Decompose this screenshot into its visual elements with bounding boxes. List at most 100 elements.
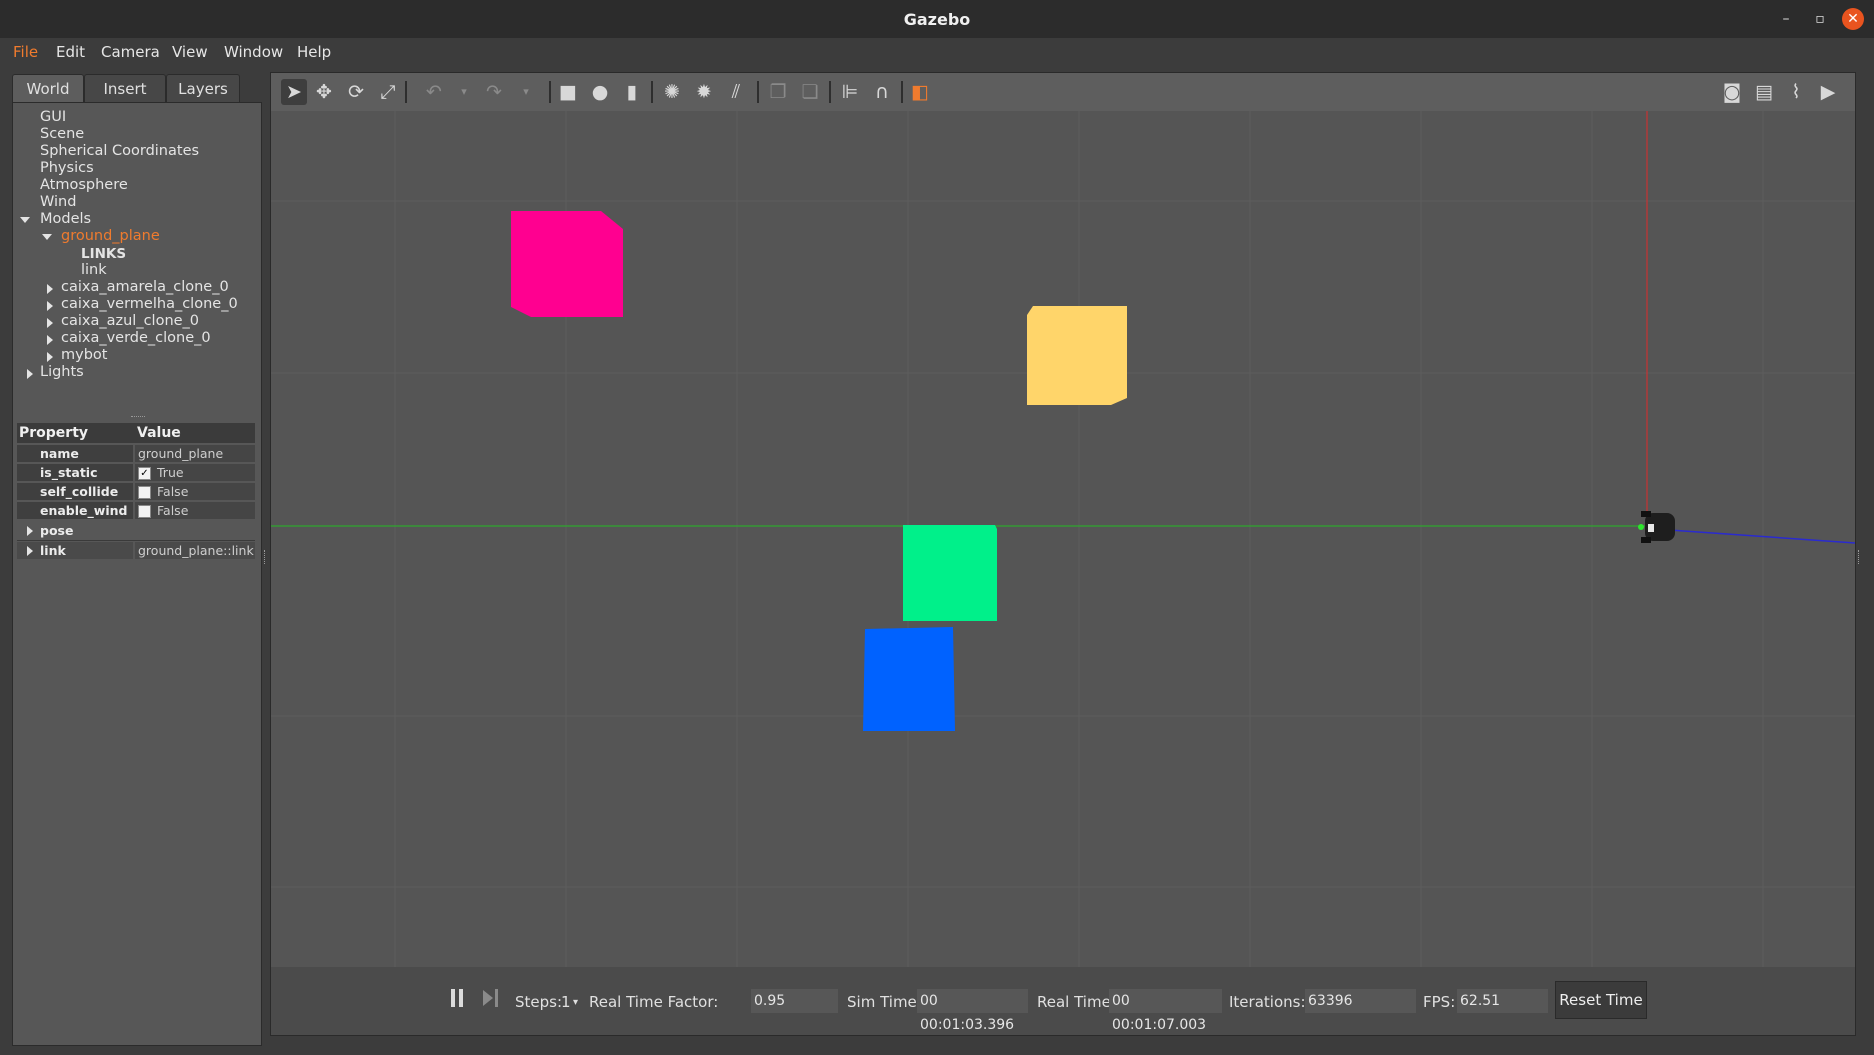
expand-caixa-azul-icon[interactable] [47, 318, 53, 328]
caixa-vermelha-box[interactable] [511, 211, 623, 317]
tree-item-caixa-azul[interactable]: caixa_azul_clone_0 [61, 313, 199, 329]
expand-caixa-vermelha-icon[interactable] [47, 301, 53, 311]
tree-item-ground-plane[interactable]: ground_plane [61, 228, 160, 244]
tree-item-spherical-coordinates[interactable]: Spherical Coordinates [40, 143, 199, 159]
scale-mode-icon[interactable]: ⤢ [375, 79, 401, 105]
tab-insert[interactable]: Insert [84, 74, 166, 103]
menu-view[interactable]: View [172, 43, 208, 61]
expand-pose-icon[interactable] [27, 526, 33, 536]
minimize-button[interactable]: – [1777, 10, 1795, 28]
tree-item-caixa-amarela[interactable]: caixa_amarela_clone_0 [61, 279, 229, 295]
plot-icon[interactable]: ⌇ [1783, 79, 1809, 105]
left-splitter-handle[interactable] [264, 550, 269, 564]
sim-time-label: Sim Time: [847, 993, 922, 1011]
pause-button[interactable] [451, 989, 465, 1007]
menu-window[interactable]: Window [224, 43, 283, 61]
menu-help[interactable]: Help [297, 43, 331, 61]
real-time-factor-label: Real Time Factor: [589, 993, 719, 1011]
expand-mybot-icon[interactable] [47, 352, 53, 362]
copy-icon[interactable]: ❐ [765, 79, 791, 105]
toolbar-separator [405, 81, 407, 103]
tree-item-scene[interactable]: Scene [40, 126, 84, 142]
value-column-header: Value [137, 425, 181, 441]
property-row-pose[interactable]: pose [17, 522, 255, 539]
tree-item-physics[interactable]: Physics [40, 160, 94, 176]
property-value[interactable]: ground_plane [138, 446, 223, 461]
expand-lights-icon[interactable] [27, 369, 33, 379]
tree-item-gui[interactable]: GUI [40, 109, 66, 125]
expand-models-icon[interactable] [20, 217, 30, 223]
align-icon[interactable]: ⊫ [837, 79, 863, 105]
select-mode-icon[interactable]: ➤ [281, 79, 307, 105]
mybot-robot[interactable] [1638, 511, 1675, 543]
rotate-mode-icon[interactable]: ⟳ [343, 79, 369, 105]
restore-button[interactable]: ▫ [1811, 10, 1829, 28]
fps-value: 62.51 [1457, 989, 1548, 1013]
box-shape-icon[interactable]: ■ [555, 79, 581, 105]
view-angle-icon[interactable]: ◧ [907, 79, 933, 105]
expand-ground-plane-icon[interactable] [42, 234, 52, 240]
checkbox-icon[interactable] [138, 486, 151, 499]
render-viewport: ➤ ✥ ⟳ ⤢ ↶ ▾ ↷ ▾ ■ ● ▮ ✺ ✹ ⫽ ❐ ❏ ⊫ ∩ ◧ ◙ … [270, 72, 1856, 1036]
close-button[interactable]: ✕ [1842, 8, 1864, 30]
ground-grid [271, 111, 1855, 967]
panel-splitter-handle[interactable] [131, 416, 145, 419]
menu-camera[interactable]: Camera [101, 43, 160, 61]
point-light-icon[interactable]: ✺ [659, 79, 685, 105]
right-splitter-handle[interactable] [1858, 550, 1863, 564]
steps-dropdown-icon[interactable]: ▾ [573, 997, 578, 1008]
checkbox-icon[interactable] [138, 505, 151, 518]
step-button[interactable] [483, 989, 501, 1007]
steps-value[interactable]: 1 [561, 993, 571, 1011]
expand-link-icon[interactable] [27, 546, 33, 556]
property-key: link [40, 543, 66, 558]
simulation-control-bar: Steps: 1 ▾ Real Time Factor: 0.95 Sim Ti… [271, 967, 1855, 1035]
log-icon[interactable]: ▤ [1751, 79, 1777, 105]
menu-file[interactable]: File [13, 43, 38, 61]
tab-world[interactable]: World [12, 74, 84, 103]
tree-item-lights[interactable]: Lights [40, 364, 84, 380]
spot-light-icon[interactable]: ✹ [691, 79, 717, 105]
expand-caixa-amarela-icon[interactable] [47, 284, 53, 294]
record-video-icon[interactable]: ▶ [1815, 79, 1841, 105]
real-time-factor-value: 0.95 [751, 989, 838, 1013]
directional-light-icon[interactable]: ⫽ [723, 79, 749, 105]
tree-item-wind[interactable]: Wind [40, 194, 76, 210]
z-axis-line [1654, 528, 1855, 544]
caixa-azul-box[interactable] [863, 627, 955, 731]
property-value: False [157, 484, 189, 499]
snap-magnet-icon[interactable]: ∩ [869, 79, 895, 105]
tree-item-caixa-vermelha[interactable]: caixa_vermelha_clone_0 [61, 296, 238, 312]
tree-item-atmosphere[interactable]: Atmosphere [40, 177, 128, 193]
render-toolbar: ➤ ✥ ⟳ ⤢ ↶ ▾ ↷ ▾ ■ ● ▮ ✺ ✹ ⫽ ❐ ❏ ⊫ ∩ ◧ ◙ … [271, 73, 1855, 111]
checkbox-checked-icon[interactable]: ✓ [138, 467, 151, 480]
translate-mode-icon[interactable]: ✥ [311, 79, 337, 105]
expand-caixa-verde-icon[interactable] [47, 335, 53, 345]
tree-item-link[interactable]: link [81, 262, 107, 278]
left-panel: World Insert Layers GUI Scene Spherical … [12, 74, 262, 1046]
screenshot-icon[interactable]: ◙ [1719, 79, 1745, 105]
property-key: name [40, 446, 79, 461]
caixa-verde-box[interactable] [903, 525, 997, 621]
tab-layers[interactable]: Layers [166, 74, 240, 103]
tree-item-mybot[interactable]: mybot [61, 347, 107, 363]
3d-scene[interactable] [271, 111, 1855, 967]
undo-icon[interactable]: ↶ [421, 79, 447, 105]
iterations-label: Iterations: [1229, 993, 1306, 1011]
steps-label: Steps: [515, 993, 563, 1011]
sphere-shape-icon[interactable]: ● [587, 79, 613, 105]
tree-item-models[interactable]: Models [40, 211, 91, 227]
caixa-amarela-box[interactable] [1027, 306, 1127, 405]
redo-dropdown-icon[interactable]: ▾ [513, 79, 539, 105]
reset-time-button[interactable]: Reset Time [1555, 981, 1647, 1019]
undo-dropdown-icon[interactable]: ▾ [451, 79, 477, 105]
real-time-label: Real Time: [1037, 993, 1116, 1011]
redo-icon[interactable]: ↷ [481, 79, 507, 105]
menu-edit[interactable]: Edit [56, 43, 85, 61]
property-value: ground_plane::link [138, 543, 254, 558]
cylinder-shape-icon[interactable]: ▮ [619, 79, 645, 105]
paste-icon[interactable]: ❏ [797, 79, 823, 105]
toolbar-separator [901, 81, 903, 103]
tree-item-caixa-verde[interactable]: caixa_verde_clone_0 [61, 330, 211, 346]
property-row-link[interactable]: link ground_plane::link [17, 542, 255, 559]
